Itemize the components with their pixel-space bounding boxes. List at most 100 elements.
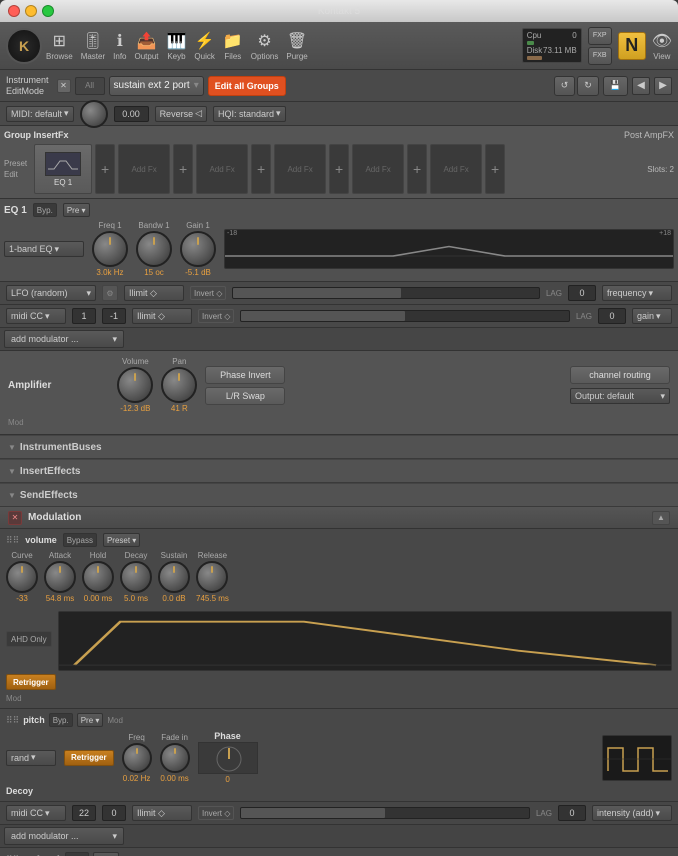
volume-bypass-btn[interactable]: Bypass (63, 533, 97, 547)
prev-button[interactable]: ◀ (632, 77, 650, 95)
pitch-limit-dropdown[interactable]: Ilimit ◇ (132, 805, 192, 821)
midi-cc-slider[interactable] (240, 310, 570, 322)
eq1-preset-btn[interactable]: Pre ▾ (63, 203, 90, 217)
reverse-button[interactable]: Reverse ◁ (155, 106, 207, 122)
phase-knob-area[interactable] (198, 742, 258, 774)
purge-button[interactable]: 🗑 Purge (286, 31, 307, 61)
browse-button[interactable]: ⊞ Browse (46, 31, 73, 61)
pitch-invert-btn[interactable]: Invert ◇ (198, 806, 234, 820)
eq-freq1-preset-dropdown[interactable]: Pre ▾ (93, 852, 120, 856)
midi-cc-invert-btn[interactable]: Invert ◇ (198, 309, 234, 323)
undo-button[interactable]: ↺ (554, 76, 576, 96)
instrument-buses-header[interactable]: ▼ InstrumentBuses (0, 436, 678, 458)
release-knob[interactable]: Release 745.5 ms (196, 551, 229, 603)
port-selector[interactable]: sustain ext 2 port ▾ (109, 76, 204, 96)
add-fx-btn-1[interactable]: + (95, 144, 115, 194)
pitch-add-modulator-dropdown[interactable]: add modulator ... ▾ (4, 827, 124, 845)
quick-button[interactable]: ⚡ Quick (194, 31, 214, 61)
gain1-knob[interactable]: Gain 1 -5.1 dB (180, 221, 216, 277)
keyb-button[interactable]: 🎹 Keyb (167, 31, 187, 61)
decay-knob[interactable]: Decay 5.0 ms (120, 551, 152, 603)
hold-knob[interactable]: Hold 0.00 ms (82, 551, 114, 603)
sustain-knob[interactable]: Sustain 0.0 dB (158, 551, 190, 603)
next-button[interactable]: ▶ (654, 77, 672, 95)
instrument-close-button[interactable]: ✕ (57, 79, 71, 93)
pitch-target-dropdown[interactable]: intensity (add) ▾ (592, 805, 672, 821)
bandw1-knob[interactable]: Bandw 1 15 oc (136, 221, 172, 277)
lfo-settings-icon[interactable]: ⚙ (102, 285, 118, 301)
view-button[interactable]: 👁 View (652, 31, 672, 61)
toolbar-icons: ⊞ Browse 🎚 Master ℹ Info 📤 Output 🎹 Keyb… (46, 31, 308, 61)
redo-button[interactable]: ↻ (577, 76, 599, 96)
midi-cc-value2-field[interactable]: -1 (102, 308, 126, 324)
close-button[interactable] (8, 5, 20, 17)
send-effects-header[interactable]: ▼ SendEffects (0, 484, 678, 506)
midi-cc-target-dropdown[interactable]: gain ▾ (632, 308, 672, 324)
eq-display: -18 +18 100 Hz 1kHz 10kHz (224, 229, 674, 269)
eq-freq1-bypass-btn[interactable]: Byp. (65, 852, 89, 856)
eq1-type-dropdown[interactable]: 1-band EQ ▾ (4, 241, 84, 257)
save-button[interactable]: 💾 (603, 76, 628, 96)
fxp-button[interactable]: FXP (588, 27, 612, 45)
fxb-button[interactable]: FXB (588, 47, 612, 65)
pitch-slider[interactable] (240, 807, 530, 819)
midi-default-dropdown[interactable]: MIDI: default ▾ (6, 106, 74, 122)
lfo-target-dropdown[interactable]: frequency ▾ (602, 285, 672, 301)
pitch-preset-dropdown[interactable]: Pre ▾ (77, 713, 104, 727)
midi-button[interactable]: All (75, 77, 105, 95)
eq1-slot[interactable]: EQ 1 (34, 144, 92, 194)
options-button[interactable]: ⚙ Options (251, 31, 279, 61)
attack-knob[interactable]: Attack 54.8 ms (44, 551, 76, 603)
output-dropdown[interactable]: Output: default ▾ (570, 388, 670, 404)
add-fx-btn-6[interactable]: + (485, 144, 505, 194)
volume-knob[interactable]: Volume -12.3 dB (117, 357, 153, 413)
midi-cc-lag-field[interactable]: 0 (598, 308, 626, 324)
output-button[interactable]: 📤 Output (134, 31, 158, 61)
main-knob[interactable] (80, 100, 108, 128)
eq1-section: EQ 1 Byp. Pre ▾ 1-band EQ ▾ Freq 1 3.0k … (0, 199, 678, 282)
midi-cc-limit-dropdown[interactable]: Ilimit ◇ (132, 308, 192, 324)
volume-retrigger-btn[interactable]: Retrigger (6, 674, 56, 690)
volume-drag-icon[interactable]: ⠿⠿ (6, 535, 19, 546)
pitch-midi-type-dropdown[interactable]: midi CC ▾ (6, 805, 66, 821)
minimize-button[interactable] (25, 5, 37, 17)
info-button[interactable]: ℹ Info (113, 31, 126, 61)
pitch-drag-icon[interactable]: ⠿⠿ (6, 715, 19, 726)
lr-swap-button[interactable]: L/R Swap (205, 387, 285, 405)
insert-effects-header[interactable]: ▼ InsertEffects (0, 460, 678, 482)
lfo-slider[interactable] (232, 287, 540, 299)
phase-invert-button[interactable]: Phase Invert (205, 366, 285, 384)
pitch-midi-value1[interactable]: 22 (72, 805, 96, 821)
lfo-invert-btn[interactable]: Invert ◇ (190, 286, 226, 300)
edit-all-button[interactable]: Edit all Groups (208, 76, 286, 96)
eq-add-modulator-dropdown[interactable]: add modulator ... ▾ (4, 330, 124, 348)
midi-cc-type-dropdown[interactable]: midi CC ▾ (6, 308, 66, 324)
add-fx-btn-4[interactable]: + (329, 144, 349, 194)
pan-knob[interactable]: Pan 41 R (161, 357, 197, 413)
curve-knob[interactable]: Curve -33 (6, 551, 38, 603)
eq1-bypass-btn[interactable]: Byp. (33, 203, 57, 217)
master-button[interactable]: 🎚 Master (81, 31, 105, 61)
pitch-midi-value2[interactable]: 0 (102, 805, 126, 821)
files-button[interactable]: 📁 Files (223, 31, 243, 61)
volume-preset-dropdown[interactable]: Preset ▾ (103, 533, 140, 547)
pitch-freq-knob[interactable]: Freq 0.02 Hz (122, 733, 152, 783)
modulation-close-button[interactable]: ✕ (8, 511, 22, 525)
channel-routing-button[interactable]: channel routing (570, 366, 670, 384)
modulation-collapse-button[interactable]: ▲ (652, 511, 670, 525)
add-fx-btn-2[interactable]: + (173, 144, 193, 194)
midi-cc-value1-field[interactable]: 1 (72, 308, 96, 324)
pitch-type-dropdown[interactable]: rand ▾ (6, 750, 56, 766)
add-fx-btn-5[interactable]: + (407, 144, 427, 194)
freq1-knob[interactable]: Freq 1 3.0k Hz (92, 221, 128, 277)
pitch-retrigger-btn[interactable]: Retrigger (64, 750, 114, 766)
lfo-lag-field[interactable]: 0 (568, 285, 596, 301)
maximize-button[interactable] (42, 5, 54, 17)
pitch-lag-field[interactable]: 0 (558, 805, 586, 821)
pitch-fadein-knob[interactable]: Fade in 0.00 ms (160, 733, 190, 783)
lfo-type-dropdown[interactable]: LFO (random) ▾ (6, 285, 96, 301)
add-fx-btn-3[interactable]: + (251, 144, 271, 194)
lfo-limit-dropdown[interactable]: Ilimit ◇ (124, 285, 184, 301)
pitch-bypass-btn[interactable]: Byp. (49, 713, 73, 727)
hqi-dropdown[interactable]: HQI: standard ▾ (213, 106, 286, 122)
